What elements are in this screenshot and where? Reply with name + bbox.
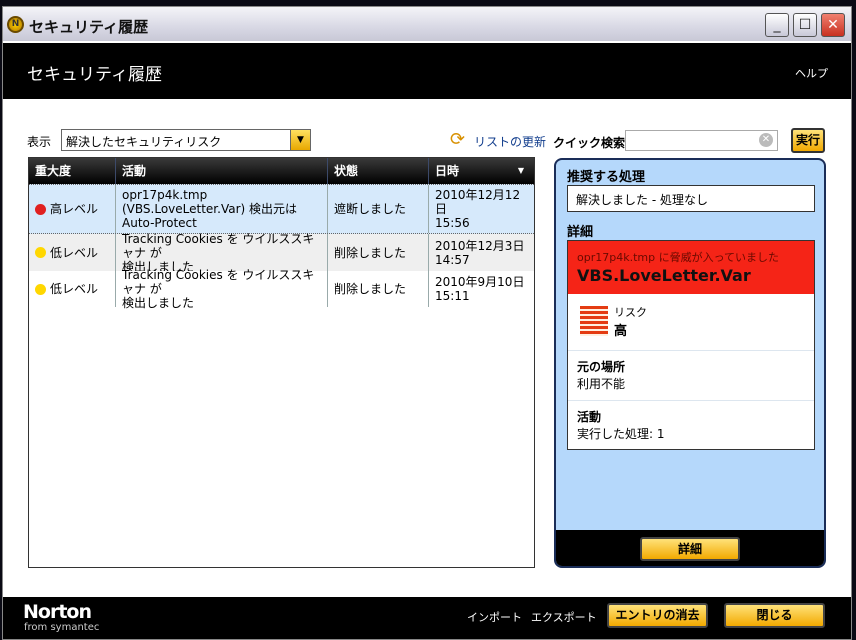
quick-search-label: クイック検索: — [553, 136, 630, 150]
activity-value: 実行した処理: 1 — [577, 427, 665, 441]
date-text: 2010年12月12日 — [435, 188, 521, 216]
view-select[interactable]: 解決したセキュリティリスク ▼ — [61, 129, 311, 151]
details-button[interactable]: 詳細 — [640, 537, 740, 561]
activity-line: Auto-Protect — [122, 216, 197, 230]
title-bar[interactable]: N セキュリティ履歴 _ ☐ ✕ — [3, 7, 851, 41]
severity-dot-icon — [35, 203, 46, 215]
minimize-button[interactable]: _ — [765, 13, 789, 37]
clear-entries-button[interactable]: エントリの消去 — [607, 603, 708, 628]
close-window-button[interactable]: ✕ — [821, 13, 845, 37]
datetime-cell: 2010年12月3日 14:57 — [429, 234, 534, 271]
import-link[interactable]: インポート — [467, 609, 522, 625]
refresh-list-link[interactable]: リストの更新 — [474, 133, 546, 150]
help-link[interactable]: ヘルプ — [795, 65, 828, 81]
location-label: 元の場所 — [577, 360, 626, 374]
activity-cell: Tracking Cookies を ウイルススキャナ が検出しました — [116, 268, 328, 310]
severity-text: 低レベル — [50, 282, 99, 296]
table-row[interactable]: 高レベル opr17p4k.tmp (VBS.LoveLetter.Var) 検出… — [29, 184, 534, 234]
table-row[interactable]: 低レベル Tracking Cookies を ウイルススキャナ が検出しました… — [29, 268, 534, 310]
severity-cell: 低レベル — [29, 271, 116, 307]
norton-logo-subtitle: from symantec — [24, 622, 100, 633]
activity-line: 検出しました — [122, 296, 195, 310]
status-text: 削除しました — [334, 245, 407, 260]
date-text: 2010年12月3日 — [435, 238, 525, 253]
activity-label: 活動 — [577, 410, 602, 424]
chevron-down-icon[interactable]: ▼ — [290, 130, 310, 150]
datetime-cell: 2010年9月10日 15:11 — [429, 271, 534, 307]
recommended-action-value: 解決しました - 処理なし — [567, 185, 815, 212]
status-text: 削除しました — [334, 282, 407, 296]
activity-cell: Tracking Cookies を ウイルススキャナ が検出しました — [116, 231, 328, 274]
panel-footer: 詳細 — [556, 530, 824, 566]
window-title: セキュリティ履歴 — [29, 18, 149, 36]
export-link[interactable]: エクスポート — [531, 609, 597, 625]
status-cell: 削除しました — [328, 234, 429, 271]
column-header-severity[interactable]: 重大度 — [29, 158, 116, 184]
time-text: 15:56 — [435, 216, 470, 230]
details-title: 詳細 — [567, 225, 594, 240]
severity-dot-icon — [35, 283, 46, 295]
refresh-icon[interactable]: ⟳ — [450, 129, 465, 150]
maximize-button[interactable]: ☐ — [793, 13, 817, 37]
security-history-window: N セキュリティ履歴 _ ☐ ✕ セキュリティ履歴 ヘルプ 表示 解決したセキュ… — [2, 6, 852, 640]
risk-section: リスク 高 — [568, 294, 814, 350]
risk-value: 高 — [614, 324, 628, 339]
history-table: 重大度 活動 状態 日時 ▼ 高レベル opr17p4k.tmp (VBS.Love… — [28, 157, 535, 568]
norton-logo: Norton — [23, 601, 92, 623]
column-header-activity[interactable]: 活動 — [116, 158, 328, 184]
severity-text: 高レベル — [50, 202, 99, 216]
page-title: セキュリティ履歴 — [27, 65, 162, 85]
footer-bar: Norton from symantec インポート エクスポート エントリの消… — [3, 597, 851, 639]
threat-name: VBS.LoveLetter.Var — [577, 266, 751, 285]
close-button[interactable]: 閉じる — [724, 603, 825, 628]
location-section: 元の場所 利用不能 — [568, 350, 814, 400]
time-text: 15:11 — [435, 289, 470, 303]
search-go-button[interactable]: 実行 — [791, 128, 825, 153]
datetime-cell: 2010年12月12日 15:56 — [429, 185, 534, 233]
activity-line: (VBS.LoveLetter.Var) 検出元は — [122, 202, 298, 216]
details-box: opr17p4k.tmp に脅威が入っていました VBS.LoveLetter.… — [567, 240, 815, 450]
activity-line: Tracking Cookies を ウイルススキャナ が — [122, 268, 315, 296]
date-text: 2010年9月10日 — [435, 275, 525, 289]
activity-cell: opr17p4k.tmp (VBS.LoveLetter.Var) 検出元は Aut… — [116, 185, 328, 233]
activity-section: 活動 実行した処理: 1 — [568, 400, 814, 450]
table-header: 重大度 活動 状態 日時 ▼ — [29, 158, 534, 184]
recommended-action-title: 推奨する処理 — [567, 170, 646, 185]
threat-file-text: opr17p4k.tmp に脅威が入っていました — [577, 251, 780, 264]
status-cell: 削除しました — [328, 271, 429, 307]
severity-text: 低レベル — [50, 245, 99, 260]
status-text: 遮断しました — [334, 202, 407, 216]
quick-search-input[interactable] — [625, 130, 778, 151]
threat-banner: opr17p4k.tmp に脅威が入っていました VBS.LoveLetter.… — [568, 241, 814, 294]
status-cell: 遮断しました — [328, 185, 429, 233]
activity-line: Tracking Cookies を ウイルススキャナ が — [122, 231, 315, 260]
table-row[interactable]: 低レベル Tracking Cookies を ウイルススキャナ が検出しました… — [29, 231, 534, 274]
column-header-status[interactable]: 状態 — [328, 158, 429, 184]
sort-desc-icon: ▼ — [517, 166, 524, 175]
norton-app-icon: N — [7, 16, 24, 33]
column-header-datetime[interactable]: 日時 ▼ — [429, 158, 534, 184]
severity-cell: 高レベル — [29, 185, 116, 233]
severity-cell: 低レベル — [29, 234, 116, 271]
location-value: 利用不能 — [577, 377, 626, 391]
time-text: 14:57 — [435, 252, 470, 267]
risk-label: リスク — [614, 306, 647, 319]
severity-dot-icon — [35, 247, 46, 258]
column-header-datetime-label: 日時 — [435, 164, 460, 178]
view-select-value: 解決したセキュリティリスク — [66, 135, 222, 149]
details-panel: 推奨する処理 解決しました - 処理なし 詳細 opr17p4k.tmp に脅威… — [554, 158, 826, 568]
risk-level-icon — [580, 306, 608, 336]
header-bar: セキュリティ履歴 ヘルプ — [3, 43, 851, 99]
activity-line: opr17p4k.tmp — [122, 188, 208, 202]
clear-search-icon[interactable]: ✕ — [759, 133, 773, 147]
show-label: 表示 — [27, 135, 52, 149]
